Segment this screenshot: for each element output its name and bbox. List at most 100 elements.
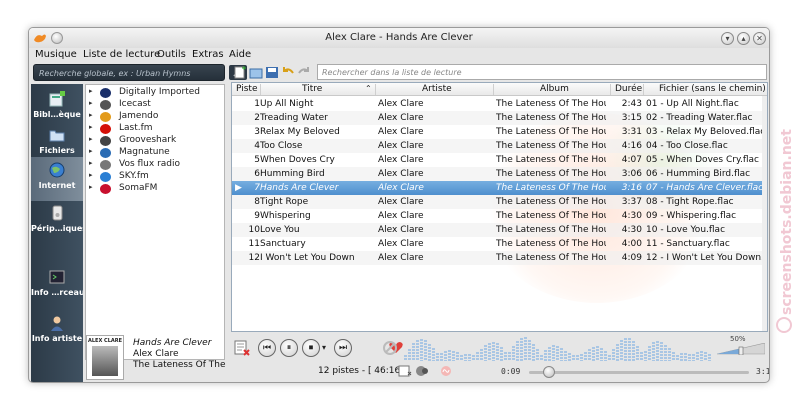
analyzer-bar	[412, 346, 415, 348]
sort-ascending-icon: ⌃	[365, 84, 372, 93]
tree-item-jamendo[interactable]: ▸ Jamendo	[86, 111, 224, 123]
table-row[interactable]: 10 Love You Alex Clare The Lateness Of The …	[232, 223, 767, 237]
analyzer-bar	[468, 354, 471, 356]
tree-item-skyfm[interactable]: ▸ SKY.fm	[86, 171, 224, 183]
seek-bar[interactable]	[529, 371, 749, 374]
analyzer-bar	[416, 349, 419, 351]
header-track[interactable]: Piste	[236, 84, 258, 94]
analyzer-bar	[496, 349, 499, 351]
tree-item-somafm[interactable]: ▸ SomaFM	[86, 183, 224, 195]
table-row[interactable]: 9 Whispering Alex Clare The Lateness Of The…	[232, 209, 767, 223]
load-playlist-icon[interactable]	[249, 66, 263, 79]
tree-item-broadcast[interactable]: ▸ Icecast	[86, 99, 224, 111]
redo-icon[interactable]	[297, 66, 311, 79]
save-playlist-icon[interactable]	[265, 66, 279, 79]
table-row-now-playing[interactable]: ▶ 7 Hands Are Clever Alex Clare The Lateness…	[232, 181, 767, 195]
table-row[interactable]: 6 Humming Bird Alex Clare The Lateness Of T…	[232, 167, 767, 181]
stop-options-chevron-down-icon[interactable]: ▾	[322, 343, 326, 352]
analyzer-bar	[688, 360, 691, 361]
expand-arrow-icon[interactable]: ▸	[89, 135, 93, 143]
table-row[interactable]: 4 Too Close Alex Clare The Lateness Of The …	[232, 139, 767, 153]
analyzer-bar	[520, 356, 523, 358]
table-row[interactable]: 3 Relax My Beloved Alex Clare The Lateness …	[232, 125, 767, 139]
sidebar-item-artist-info[interactable]: Info artiste	[31, 310, 83, 354]
menu-musique[interactable]: Musique	[35, 49, 77, 60]
table-row[interactable]: 5 When Doves Cry Alex Clare The Lateness Of…	[232, 153, 767, 167]
analyzer-bar	[528, 349, 531, 351]
expand-arrow-icon[interactable]: ▸	[89, 111, 93, 119]
expand-arrow-icon[interactable]: ▸	[89, 123, 93, 131]
new-playlist-icon[interactable]	[233, 66, 247, 79]
spectrum-analyzer[interactable]	[404, 334, 714, 361]
sidebar-item-song-info[interactable]: Info …rceau	[31, 264, 83, 308]
menu-tools[interactable]: Outils	[157, 49, 186, 60]
header-artist[interactable]: Artiste	[422, 84, 452, 94]
ban-icon[interactable]	[382, 340, 398, 356]
clear-playlist-icon[interactable]	[234, 340, 250, 356]
tree-item-lastfm[interactable]: ▸ Last.fm	[86, 123, 224, 135]
analyzer-bar	[444, 360, 447, 361]
maximize-button[interactable]: ▴	[737, 32, 750, 45]
pause-button[interactable]: ⏸	[280, 339, 298, 357]
cell-artist: Alex Clare	[378, 99, 424, 109]
table-row[interactable]: 12 I Won't Let You Down Alex Clare The Late…	[232, 251, 767, 265]
album-cover[interactable]: ALEX CLARE	[86, 335, 124, 380]
playlist-scrollbar[interactable]	[762, 96, 767, 331]
previous-track-button[interactable]: ⏮	[258, 339, 276, 357]
global-search-input[interactable]: Recherche globale, ex : Urban Hymns	[33, 64, 225, 81]
close-button[interactable]: ✕	[753, 32, 766, 45]
analyzer-bar	[696, 358, 699, 360]
expand-arrow-icon[interactable]: ▸	[89, 99, 93, 107]
expand-arrow-icon[interactable]: ▸	[89, 183, 93, 191]
minimize-button[interactable]: ▾	[721, 32, 734, 45]
analyzer-bar	[624, 344, 627, 346]
expand-arrow-icon[interactable]: ▸	[89, 171, 93, 179]
analyzer-bar	[500, 353, 503, 355]
analyzer-bar	[652, 351, 655, 353]
cell-file: 04 - Too Close.flac	[646, 141, 728, 151]
undo-icon[interactable]	[281, 66, 295, 79]
analyzer-bar	[556, 358, 559, 360]
analyzer-bar	[600, 351, 603, 353]
analyzer-bar	[664, 348, 667, 350]
playlist-search-input[interactable]: Rechercher dans la liste de lecture	[317, 64, 767, 80]
menu-extras[interactable]: Extras	[192, 49, 224, 60]
table-row[interactable]: 2 Treading Water Alex Clare The Lateness Of…	[232, 111, 767, 125]
table-row[interactable]: 8 Tight Rope Alex Clare The Lateness Of The…	[232, 195, 767, 209]
lastfm-scrobble-icon[interactable]	[440, 365, 452, 377]
table-row[interactable]: 11 Sanctuary Alex Clare The Lateness Of The…	[232, 237, 767, 251]
analyzer-bar	[708, 360, 711, 361]
table-row[interactable]: 1 Up All Night Alex Clare The Lateness Of T…	[232, 97, 767, 111]
seek-handle[interactable]	[543, 366, 556, 378]
analyzer-bar	[416, 346, 419, 348]
tree-item-di[interactable]: ▸ Digitally Imported	[86, 87, 224, 99]
analyzer-bar	[544, 353, 547, 355]
next-track-button[interactable]: ⏭	[334, 339, 352, 357]
playlist-mode-icon[interactable]	[398, 365, 412, 377]
cell-duration: 3:15	[621, 113, 642, 123]
header-duration[interactable]: Durée	[615, 84, 642, 94]
expand-arrow-icon[interactable]: ▸	[89, 147, 93, 155]
cell-duration: 3:37	[621, 197, 642, 207]
volume-slider[interactable]	[717, 343, 765, 355]
header-album[interactable]: Album	[540, 84, 569, 94]
analyzer-bar	[616, 350, 619, 352]
menu-help[interactable]: Aide	[229, 49, 251, 60]
stop-button[interactable]: ⏹	[302, 339, 320, 357]
expand-arrow-icon[interactable]: ▸	[89, 159, 93, 167]
header-title[interactable]: Titre	[302, 84, 322, 94]
tree-item-magnatune[interactable]: ▸ Magnatune	[86, 147, 224, 159]
shuffle-icon[interactable]	[415, 365, 429, 377]
analyzer-bar	[524, 352, 527, 354]
analyzer-bar	[484, 351, 487, 353]
tree-item-radio[interactable]: ▸ Vos flux radio	[86, 159, 224, 171]
sidebar-item-devices[interactable]: Périp…iques	[31, 200, 83, 244]
analyzer-bar	[656, 347, 659, 349]
expand-arrow-icon[interactable]: ▸	[89, 87, 93, 95]
tree-item-grooveshark[interactable]: ▸ Grooveshark	[86, 135, 224, 147]
menu-playlist[interactable]: Liste de lecture	[83, 49, 160, 60]
cell-track: 9	[254, 211, 260, 221]
analyzer-bar	[548, 359, 551, 361]
header-file[interactable]: Fichier (sans le chemin)	[659, 84, 766, 94]
sidebar-item-internet[interactable]: Internet	[31, 157, 83, 201]
